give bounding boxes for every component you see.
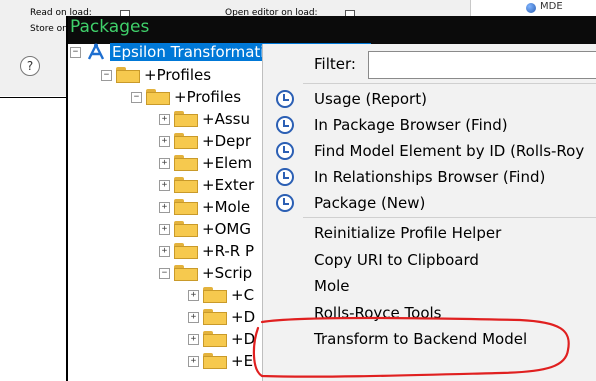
annotation-overlay [252, 316, 570, 378]
red-highlight-annotation [252, 316, 570, 378]
